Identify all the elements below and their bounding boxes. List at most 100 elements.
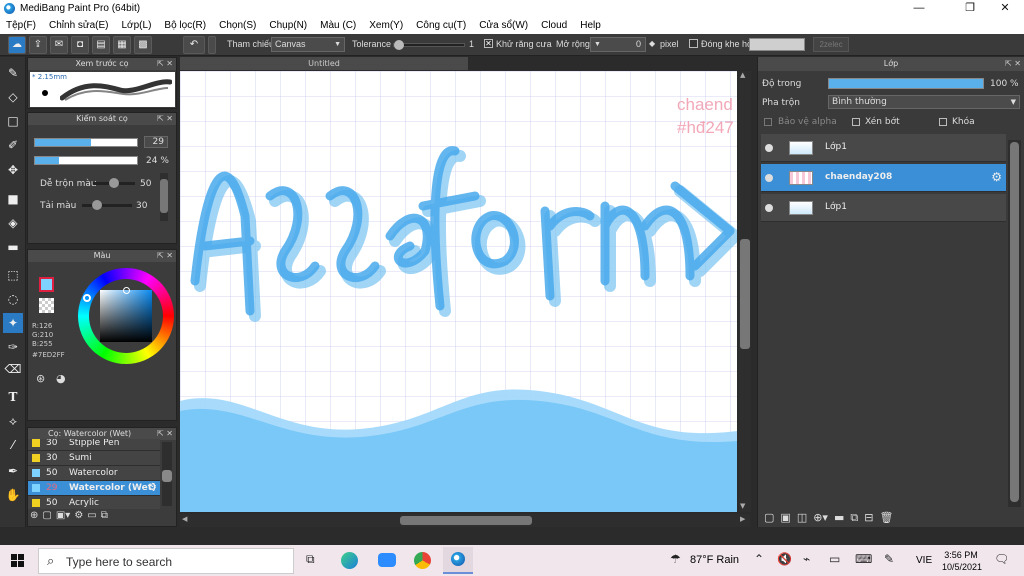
medibang-taskbar-button[interactable] [443,547,473,574]
scroll-up-icon[interactable]: ▲ [740,71,745,79]
layer-opacity-slider[interactable] [828,78,984,89]
protect-alpha-checkbox[interactable] [764,118,772,126]
brush-settings-icon[interactable]: ⚙ [74,510,83,526]
select-eraser-icon[interactable]: ⌫ [3,359,23,379]
scrollbar-thumb[interactable] [740,239,750,349]
palette-icon[interactable]: ⊛ [36,372,45,385]
new-layer-icon[interactable]: ▢ [764,511,774,525]
eye-icon[interactable] [765,144,773,152]
share-icon[interactable]: ⇪ [29,36,47,54]
expand-input[interactable]: ▼ 0 [590,37,646,52]
document-tab[interactable]: Untitled [180,57,468,70]
merge-layer-icon[interactable]: ⊟ [864,511,873,525]
brush-list-item[interactable]: 30 Stipple Pen [28,439,160,451]
antialias-checkbox[interactable]: ✕ [484,39,493,48]
menu-tools[interactable]: Công cụ(T) [416,17,466,34]
scrollbar-thumb[interactable] [162,470,172,482]
new-halftone-layer-icon[interactable]: ▣ [780,511,790,525]
close-button[interactable]: ✕ [990,1,1020,16]
expand-stepper-icon[interactable]: ◆ [649,39,655,48]
canvas-artwork[interactable]: chaend #hđ247 [180,71,737,512]
comment-icon[interactable]: ✉ [50,36,68,54]
color-history-icon[interactable]: ◕ [56,372,66,385]
select-pen-icon[interactable]: ✑ [3,337,23,357]
cloud-icon[interactable]: ☁ [8,36,26,54]
menu-window[interactable]: Cửa sổ(W) [479,17,528,34]
eyedropper-icon[interactable]: ⁄ [3,435,23,455]
maximize-button[interactable]: ❐ [955,1,985,16]
canvas-horizontal-scrollbar[interactable]: ◀ ▶ [180,514,750,527]
magic-wand-icon[interactable]: ✦ [3,313,23,333]
network-icon[interactable]: ⌁ [803,552,810,566]
load-slider[interactable] [82,200,132,210]
input-language[interactable]: VIE [916,555,932,566]
popout-icon[interactable]: ⇱ ✕ [157,250,173,262]
load-slider-knob[interactable] [92,200,102,210]
delete-layer-icon[interactable]: 🗑 [879,511,893,525]
bucket-tool-icon[interactable]: ◈ [3,213,23,233]
menu-help[interactable]: Help [580,17,601,34]
brush-size-value[interactable]: 29 [144,136,168,148]
reference-select[interactable]: Canvas ▼ [271,37,345,52]
lasso-select-icon[interactable]: ◌ [3,289,23,309]
eye-icon[interactable] [765,204,773,212]
lock-checkbox[interactable] [939,118,947,126]
layer-list-scrollbar[interactable] [1008,140,1021,507]
popout-icon[interactable]: ⇱ ✕ [1005,57,1021,71]
tolerance-slider-knob[interactable] [394,40,404,50]
volume-icon[interactable]: 🔇 [777,552,792,566]
brush-tool-icon[interactable]: ✎ [3,63,23,83]
foreground-color-swatch[interactable] [39,277,54,292]
taskbar-search-box[interactable]: ⌕ Type here to search [38,548,294,574]
notifications-icon[interactable]: 🗨 [994,552,1009,566]
layer-add-menu-icon[interactable]: ⊕▾ [813,511,828,525]
scrollbar-thumb[interactable] [160,179,168,213]
clock[interactable]: 3:56 PM 10/5/2021 [942,549,982,573]
brush-folder-icon[interactable]: ▭ [87,510,96,526]
mix-slider-knob[interactable] [109,178,119,188]
menu-color[interactable]: Màu (C) [320,17,356,34]
brush-list-item[interactable]: 29 Watercolor (Wet) ⚙ [28,481,160,496]
hue-marker[interactable] [83,294,91,302]
layer-row[interactable]: chaenday208 ⚙ [761,164,1006,192]
dropper-icon[interactable]: ✒ [3,461,23,481]
page-icon[interactable]: ▤ [92,36,110,54]
brush-list-scrollbar[interactable] [162,442,172,506]
blend-select[interactable]: Bình thường ▼ [828,95,1020,109]
sv-marker[interactable] [123,287,130,294]
tile-icon[interactable]: ▩ [134,36,152,54]
popout-icon[interactable]: ⇱ ✕ [157,58,173,70]
clipping-checkbox[interactable] [852,118,860,126]
menu-snap[interactable]: Chụp(N) [269,17,307,34]
layer-folder-icon[interactable]: ▬ [834,511,844,525]
scrollbar-thumb[interactable] [400,516,532,525]
brush-list-item[interactable]: 50 Acrylic [28,496,160,509]
windows-start-icon[interactable] [11,554,24,567]
battery-icon[interactable]: ▭ [829,552,840,566]
saturation-value-square[interactable] [100,290,152,342]
menu-edit[interactable]: Chỉnh sửa(E) [49,17,109,34]
menu-layer[interactable]: Lớp(L) [122,17,152,34]
canvas-vertical-scrollbar[interactable]: ▲ ▼ [739,71,751,512]
text-tool-icon[interactable]: T [3,387,23,407]
duplicate-layer-icon[interactable]: ⧉ [850,511,858,525]
brush-list-item[interactable]: 50 Watercolor [28,466,160,481]
brush-list-item[interactable]: 30 Sumi [28,451,160,466]
brush-size-slider[interactable] [34,138,138,147]
new-8bit-layer-icon[interactable]: ◫ [797,511,807,525]
rectangle-select-icon[interactable]: □ [3,111,23,131]
drawing-canvas[interactable]: chaend #hđ247 [180,71,737,512]
tolerance-slider[interactable] [393,40,465,50]
gear-icon[interactable]: ⚙ [148,482,157,493]
divide-tool-icon[interactable]: ⟡ [3,411,23,431]
pen-tool-icon[interactable]: ✐ [3,135,23,155]
hand-tool-icon[interactable]: ✋ [3,485,23,505]
move-tool-icon[interactable]: ✥ [3,160,23,180]
weather-icon[interactable]: ☂ [670,552,681,566]
pen-workspace-icon[interactable]: ✎ [884,552,894,566]
extra-button[interactable]: 2zelec [813,37,849,52]
layer-row[interactable]: Lớp1 [761,194,1006,222]
close-gap-checkbox[interactable] [689,39,698,48]
gradient-tool-icon[interactable]: ▬ [3,237,23,257]
gear-icon[interactable]: ⚙ [991,170,1002,184]
